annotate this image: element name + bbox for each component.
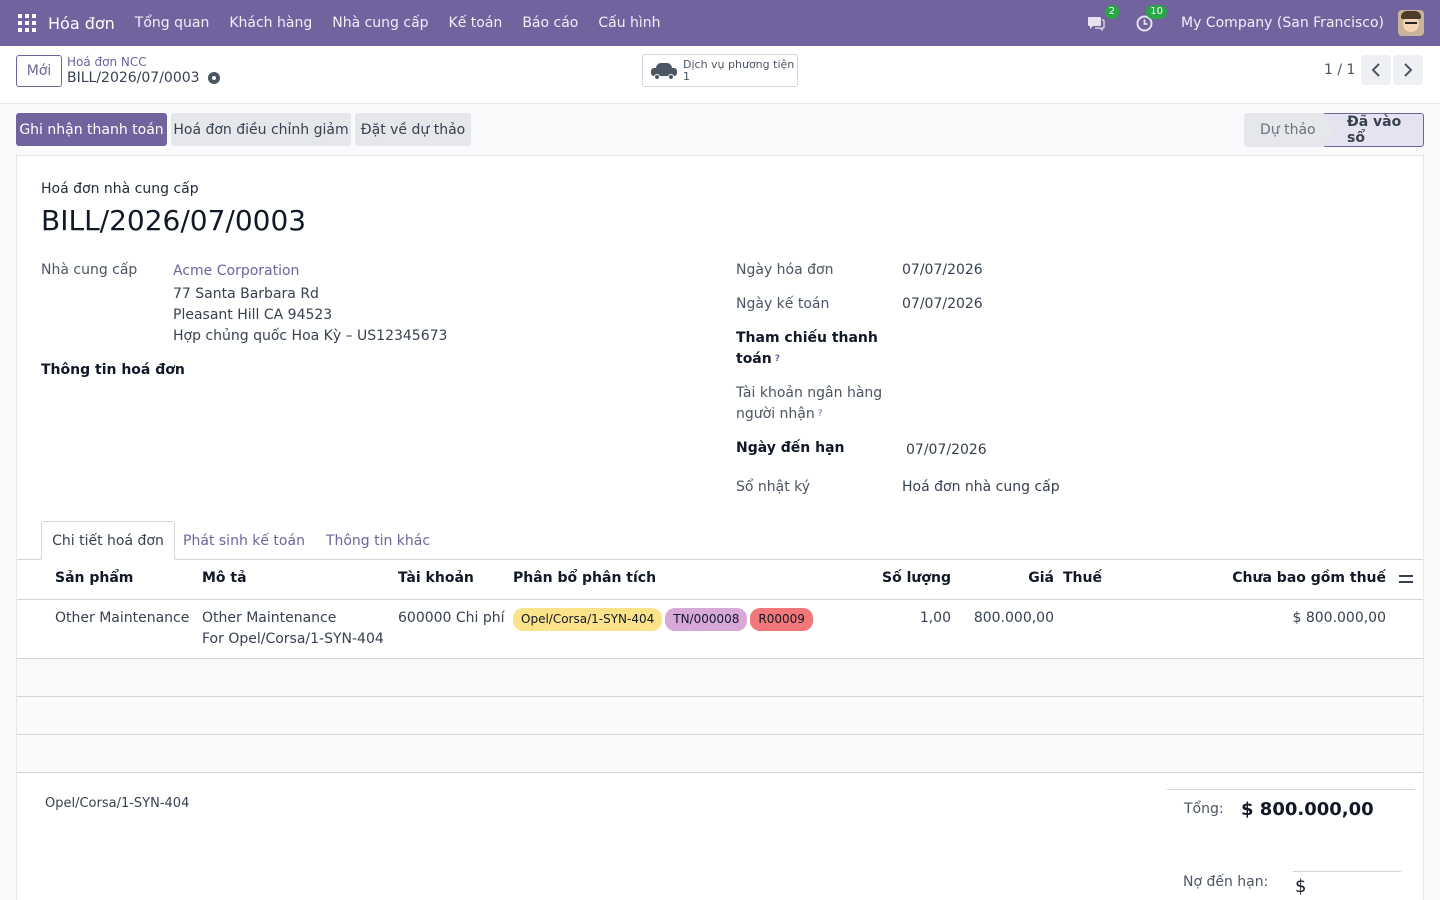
user-avatar[interactable] (1398, 10, 1424, 36)
accounting-date-label: Ngày kế toán (736, 296, 830, 312)
gear-icon[interactable] (207, 72, 220, 84)
menu-item-customers[interactable]: Khách hàng (229, 15, 312, 31)
bill-date-field[interactable]: 07/07/2026 (902, 260, 983, 281)
breadcrumb-parent[interactable]: Hoá đơn NCC (67, 55, 147, 69)
lines-table-header: Sản phẩm Mô tả Tài khoản Phân bổ phân tí… (17, 560, 1423, 600)
column-header-price[interactable]: Giá (1028, 570, 1054, 586)
breadcrumb-current-label: BILL/2026/07/0003 (67, 70, 200, 86)
credit-note-button[interactable]: Hoá đơn điều chỉnh giảm (171, 113, 351, 146)
status-draft[interactable]: Dự thảo (1244, 113, 1334, 147)
status-posted[interactable]: Đã vào sổ (1324, 113, 1424, 147)
accounting-date-field[interactable]: 07/07/2026 (902, 294, 983, 315)
totals-box: Tổng: $ 800.000,00 Nợ đến hạn: $ 800.000… (1167, 789, 1415, 900)
vehicle-services-smart-button[interactable]: Dịch vụ phương tiện 1 (642, 54, 798, 87)
table-row[interactable]: Other Maintenance Other Maintenance For … (17, 600, 1423, 659)
smart-button-count: 1 (683, 69, 690, 83)
pager-next-button[interactable] (1393, 55, 1423, 85)
reset-to-draft-button[interactable]: Đặt về dự thảo (355, 113, 471, 146)
chevron-right-icon (1404, 63, 1413, 77)
line-product[interactable]: Other Maintenance (55, 608, 189, 629)
breadcrumb-current: BILL/2026/07/0003 (67, 70, 220, 86)
menu-item-vendors[interactable]: Nhà cung cấp (332, 15, 428, 31)
register-payment-button[interactable]: Ghi nhận thanh toán (16, 113, 167, 146)
tab-other-info[interactable]: Thông tin khác (313, 521, 443, 560)
analytic-tag: TN/000008 (665, 608, 748, 631)
status-bar: Dự thảo Đã vào sổ (1244, 113, 1424, 147)
new-button[interactable]: Mới (16, 55, 62, 87)
help-icon[interactable]: ? (775, 354, 780, 364)
line-account[interactable]: 600000 Chi phí (398, 608, 505, 629)
analytic-tag: R00009 (750, 608, 813, 631)
help-icon[interactable]: ? (818, 409, 823, 419)
empty-table-row (17, 659, 1423, 697)
vendor-label: Nhà cung cấp (41, 262, 138, 278)
due-date-label: Ngày đến hạn (736, 440, 845, 456)
chevron-left-icon (1371, 63, 1380, 77)
activities-clock-icon[interactable]: 10 (1133, 5, 1168, 34)
bill-info-label: Thông tin hoá đơn (41, 362, 185, 378)
apps-menu-icon[interactable] (18, 14, 36, 32)
amount-due: $ 800.000,00 (1295, 876, 1398, 900)
column-header-description[interactable]: Mô tả (202, 570, 247, 586)
empty-table-row (17, 735, 1423, 773)
amount-due-divider (1293, 871, 1401, 872)
main-menu: Tổng quan Khách hàng Nhà cung cấp Kế toá… (135, 15, 681, 31)
action-bar: Ghi nhận thanh toán Hoá đơn điều chỉnh g… (0, 105, 1440, 155)
column-header-taxes[interactable]: Thuế (1063, 570, 1102, 586)
column-header-product[interactable]: Sản phẩm (55, 570, 133, 586)
vendor-address-line: 77 Santa Barbara Rd (173, 286, 319, 302)
bill-date-label: Ngày hóa đơn (736, 262, 834, 278)
line-analytic-distribution[interactable]: Opel/Corsa/1-SYN-404 TN/000008 R00009 (513, 608, 816, 631)
car-icon (651, 62, 677, 80)
recipient-bank-label: Tài khoản ngân hàng người nhận? (736, 385, 883, 422)
company-switcher[interactable]: My Company (San Francisco) (1181, 15, 1384, 31)
amount-due-label: Nợ đến hạn: (1183, 874, 1269, 890)
analytic-tag: Opel/Corsa/1-SYN-404 (513, 608, 663, 631)
total-amount: $ 800.000,00 (1241, 799, 1374, 820)
column-header-quantity[interactable]: Số lượng (882, 570, 951, 586)
messages-icon[interactable]: 2 (1085, 5, 1120, 34)
line-subtotal: $ 800.000,00 (1292, 610, 1386, 626)
menu-item-reports[interactable]: Báo cáo (522, 15, 578, 31)
line-quantity[interactable]: 1,00 (920, 608, 951, 629)
journal-label: Sổ nhật ký (736, 479, 811, 495)
smart-button-label: Dịch vụ phương tiện (683, 57, 795, 71)
form-sheet: Hoá đơn nhà cung cấp BILL/2026/07/0003 N… (16, 155, 1424, 900)
menu-item-accounting[interactable]: Kế toán (449, 15, 503, 31)
menu-item-overview[interactable]: Tổng quan (135, 15, 210, 31)
pager-value[interactable]: 1 / 1 (1324, 62, 1355, 78)
tab-journal-items[interactable]: Phát sinh kế toán (177, 521, 311, 560)
top-navbar: Hóa đơn Tổng quan Khách hàng Nhà cung cấ… (0, 0, 1440, 46)
activities-count-badge: 10 (1146, 5, 1168, 19)
line-price[interactable]: 800.000,00 (974, 608, 1054, 629)
column-header-subtotal[interactable]: Chưa bao gồm thuế (1232, 570, 1386, 586)
empty-table-row (17, 697, 1423, 735)
page-title: BILL/2026/07/0003 (41, 204, 307, 237)
pager-previous-button[interactable] (1361, 55, 1391, 85)
notebook-tabs: Chi tiết hoá đơn Phát sinh kế toán Thông… (17, 521, 1423, 560)
payment-reference-label: Tham chiếu thanh toán? (736, 330, 878, 367)
column-header-account[interactable]: Tài khoản (398, 570, 474, 586)
journal-field[interactable]: Hoá đơn nhà cung cấp (902, 477, 1060, 498)
optional-columns-icon[interactable] (1399, 572, 1413, 586)
tab-invoice-lines[interactable]: Chi tiết hoá đơn (41, 521, 175, 560)
control-panel: Mới Hoá đơn NCC BILL/2026/07/0003 Dịch v… (0, 46, 1440, 104)
document-type: Hoá đơn nhà cung cấp (41, 181, 199, 197)
vendor-address-line: Hợp chủng quốc Hoa Kỳ – US12345673 (173, 328, 448, 344)
vendor-address-line: Pleasant Hill CA 94523 (173, 307, 333, 323)
narration-text[interactable]: Opel/Corsa/1-SYN-404 (45, 796, 189, 811)
messages-count-badge: 2 (1104, 5, 1120, 19)
vendor-field[interactable]: Acme Corporation (173, 261, 299, 282)
app-name[interactable]: Hóa đơn (48, 14, 115, 33)
line-description[interactable]: Other Maintenance For Opel/Corsa/1-SYN-4… (202, 608, 384, 650)
total-label: Tổng: (1184, 801, 1224, 817)
due-date-field[interactable]: 07/07/2026 (906, 440, 987, 461)
menu-item-configuration[interactable]: Cấu hình (598, 15, 660, 31)
column-header-analytic[interactable]: Phân bổ phân tích (513, 570, 656, 586)
